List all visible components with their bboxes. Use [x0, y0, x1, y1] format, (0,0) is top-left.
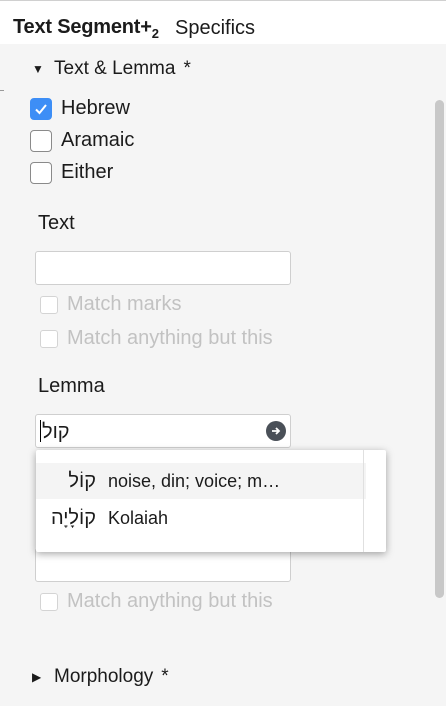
required-mark: * [183, 58, 191, 79]
suggestion-gloss: Kolaiah [108, 507, 169, 528]
option-match-marks: Match marks [40, 293, 181, 316]
triangle-right-icon: ▶ [32, 670, 42, 684]
option-label: Hebrew [61, 97, 130, 119]
checkbox-match-anything-text [40, 329, 58, 348]
panel-scrollbar[interactable] [435, 100, 444, 598]
checkbox-match-marks [40, 295, 58, 314]
checkbox-aramaic[interactable] [30, 129, 52, 152]
suggestion-gloss: noise, din; voice; m… [108, 470, 281, 491]
option-aramaic[interactable]: Aramaic [30, 129, 134, 152]
header-title: Text Segment+2 [13, 16, 159, 41]
suggestion-item[interactable]: קוֹלָיָה Kolaiah [36, 500, 366, 536]
required-mark: * [161, 666, 169, 687]
checkmark-icon [35, 103, 47, 114]
option-match-anything-text: Match anything but this [40, 327, 273, 350]
option-label: Match anything but this [67, 590, 273, 612]
text-input[interactable] [35, 251, 291, 285]
suggestion-hebrew: קוֹל [68, 469, 96, 492]
header-title-text: Text Segment+ [13, 16, 152, 38]
specifics-panel: ▼ Text & Lemma * Hebrew Aramaic Either T… [4, 44, 442, 706]
option-label: Match marks [67, 293, 182, 315]
checkbox-match-anything-lemma [40, 592, 58, 611]
option-hebrew[interactable]: Hebrew [30, 97, 130, 120]
option-label: Either [61, 161, 114, 183]
suggestion-hebrew: קוֹלָיָה [50, 506, 96, 529]
checkbox-hebrew[interactable] [30, 97, 52, 120]
option-label: Aramaic [61, 129, 135, 151]
section-text-lemma[interactable]: ▼ Text & Lemma * [32, 58, 191, 80]
text-field-label: Text [38, 212, 75, 234]
header-subtitle: Specifics [175, 17, 256, 39]
dropdown-scrollbar[interactable] [363, 450, 364, 552]
section-label: Text & Lemma [54, 58, 176, 79]
lemma-input[interactable]: קול [35, 414, 291, 448]
lemma-input-value: קול [42, 421, 70, 443]
lemma-go-button[interactable] [266, 421, 286, 441]
panel-header: Text Segment+2 Specifics [0, 0, 446, 44]
checkbox-either[interactable] [30, 161, 52, 184]
section-morphology[interactable]: ▶ Morphology * [32, 666, 169, 688]
section-label: Morphology [54, 666, 154, 687]
header-title-subscript: 2 [151, 26, 159, 41]
lemma-field-label: Lemma [38, 375, 105, 397]
lemma-suggestion-dropdown: קוֹל noise, din; voice; m… קוֹלָיָה Kola… [36, 450, 386, 552]
suggestion-item[interactable]: קוֹל noise, din; voice; m… [36, 463, 366, 499]
option-label: Match anything but this [67, 327, 273, 349]
triangle-down-icon: ▼ [32, 62, 44, 76]
option-match-anything-lemma: Match anything but this [40, 590, 273, 613]
lemma-second-input[interactable] [35, 548, 291, 582]
arrow-right-icon [272, 427, 281, 435]
text-caret [40, 420, 41, 442]
option-either[interactable]: Either [30, 161, 113, 184]
